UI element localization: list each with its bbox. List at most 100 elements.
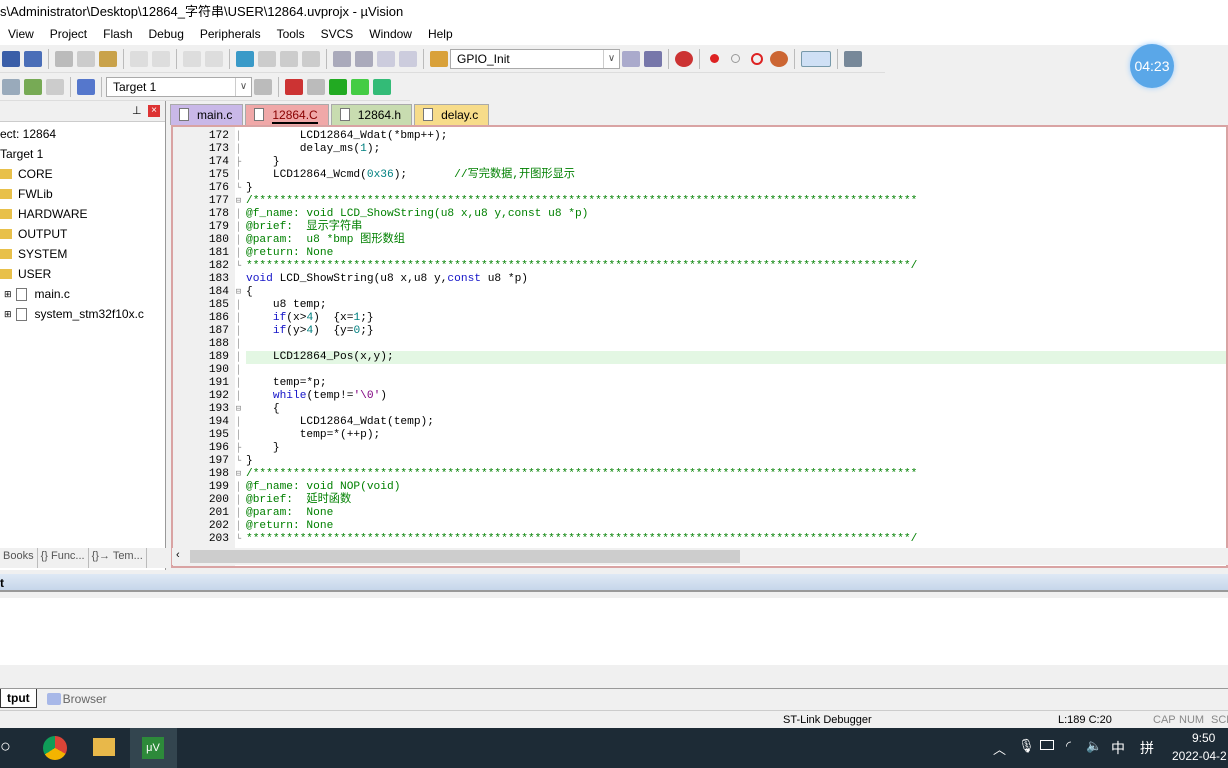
tab-templates[interactable]: {}→ Tem...	[89, 548, 147, 568]
cut-icon[interactable]	[55, 50, 73, 67]
kill-breakpoints-icon[interactable]	[770, 50, 788, 67]
menu-svcs[interactable]: SVCS	[313, 27, 362, 41]
project-items-icon[interactable]	[307, 78, 325, 95]
menu-debug[interactable]: Debug	[141, 27, 192, 41]
code-token: 0x36	[366, 169, 394, 181]
file-item[interactable]: ⊞ main.c	[0, 284, 165, 304]
group-fwlib[interactable]: FWLib	[0, 184, 165, 204]
search-icon[interactable]: ○	[0, 736, 11, 757]
menu-peripherals[interactable]: Peripherals	[192, 27, 269, 41]
tab-main-c[interactable]: main.c	[170, 104, 244, 125]
back-icon[interactable]	[183, 50, 201, 67]
load-icon[interactable]	[77, 78, 95, 95]
save-icon[interactable]	[2, 50, 20, 67]
clock-time[interactable]: 9:50	[1192, 731, 1215, 745]
bookmark-icon[interactable]	[236, 50, 254, 67]
rebuild-icon[interactable]	[46, 78, 64, 95]
wifi-icon[interactable]: ◜	[1066, 738, 1071, 754]
comment-icon[interactable]	[377, 50, 395, 67]
undo-icon[interactable]	[130, 50, 148, 67]
horizontal-scrollbar[interactable]: ‹	[172, 548, 1228, 565]
fold-marker[interactable]: ⊟	[234, 286, 243, 299]
tab-12864-c[interactable]: 12864.C	[245, 104, 329, 125]
tab-12864-h[interactable]: 12864.h	[330, 104, 413, 125]
next-bookmark-icon[interactable]	[280, 50, 298, 67]
taskbar-uvision[interactable]: μV	[130, 728, 177, 768]
forward-icon[interactable]	[205, 50, 223, 67]
paste-icon[interactable]	[99, 50, 117, 67]
fold-marker[interactable]: ⊟	[234, 403, 243, 416]
ime-mode[interactable]: 中	[1111, 738, 1125, 758]
clock-date[interactable]: 2022-04-2	[1172, 749, 1227, 763]
translate-icon[interactable]	[2, 78, 20, 95]
menu-view[interactable]: View	[0, 27, 42, 41]
tab-build-output[interactable]: tput	[0, 689, 37, 708]
file-explorer-icon[interactable]	[93, 738, 115, 756]
disable-breakpoint-icon[interactable]	[731, 54, 740, 63]
menu-tools[interactable]: Tools	[269, 27, 313, 41]
menu-project[interactable]: Project	[42, 27, 95, 41]
close-icon[interactable]: ×	[148, 105, 160, 117]
group-user[interactable]: USER	[0, 264, 165, 284]
clear-bookmarks-icon[interactable]	[302, 50, 320, 67]
select-pack-icon[interactable]	[329, 78, 347, 95]
uncomment-icon[interactable]	[399, 50, 417, 67]
chevron-down-icon[interactable]: ∨	[603, 49, 619, 68]
tab-books[interactable]: Books	[0, 548, 38, 568]
microphone-icon[interactable]: 🎙	[1018, 738, 1035, 754]
redo-icon[interactable]	[152, 50, 170, 67]
file-item[interactable]: ⊞ system_stm32f10x.c	[0, 304, 165, 324]
debug-session-icon[interactable]	[675, 50, 693, 67]
prev-bookmark-icon[interactable]	[258, 50, 276, 67]
target-combo[interactable]: Target 1 ∨	[106, 76, 252, 97]
pin-icon[interactable]: ⊥	[132, 104, 142, 117]
project-root[interactable]: ect: 12864	[0, 124, 165, 144]
scrollbar-thumb[interactable]	[190, 550, 740, 563]
battery-icon[interactable]	[1040, 740, 1054, 750]
menu-help[interactable]: Help	[420, 27, 461, 41]
copy-icon[interactable]	[77, 50, 95, 67]
fold-marker[interactable]: ⊟	[234, 195, 243, 208]
chevron-down-icon[interactable]: ∨	[235, 77, 251, 96]
chrome-icon[interactable]	[43, 736, 67, 760]
show-hidden-icons[interactable]: ︿	[993, 739, 1006, 758]
group-system[interactable]: SYSTEM	[0, 244, 165, 264]
build-icon[interactable]	[24, 78, 42, 95]
line-number: 198	[208, 468, 229, 480]
target-options-icon[interactable]	[254, 78, 272, 95]
save-all-icon[interactable]	[24, 50, 42, 67]
pack-installer-icon[interactable]	[351, 78, 369, 95]
menu-flash[interactable]: Flash	[95, 27, 140, 41]
tab-delay-c[interactable]: delay.c	[414, 104, 490, 125]
volume-icon[interactable]: 🔈	[1086, 738, 1102, 754]
scroll-left-icon[interactable]: ‹	[176, 549, 180, 561]
ime-pinyin[interactable]: 拼	[1140, 738, 1154, 758]
manage-components-icon[interactable]	[285, 78, 303, 95]
fold-marker[interactable]: ⊟	[234, 468, 243, 481]
incremental-find-icon[interactable]	[644, 50, 662, 67]
find-in-files-icon[interactable]	[430, 50, 448, 67]
tab-functions[interactable]: {} Func...	[38, 548, 89, 568]
clear-breakpoints-icon[interactable]	[751, 52, 763, 65]
group-core[interactable]: CORE	[0, 164, 165, 184]
breakpoint-icon[interactable]	[710, 54, 719, 63]
unindent-icon[interactable]	[355, 50, 373, 67]
code-token: @param: u8 *bmp 图形数组	[246, 234, 405, 246]
menu-window[interactable]: Window	[361, 27, 420, 41]
group-hardware[interactable]: HARDWARE	[0, 204, 165, 224]
function-combo[interactable]: GPIO_Init ∨	[450, 48, 620, 69]
code-line: 188 │	[173, 338, 1226, 351]
expand-icon[interactable]: ⊞	[4, 284, 12, 304]
window-layout-icon[interactable]	[801, 50, 831, 67]
wrench-icon[interactable]	[844, 50, 862, 67]
folder-icon	[0, 169, 12, 179]
tab-browser[interactable]: Browser	[63, 692, 107, 706]
target-node[interactable]: Target 1	[0, 144, 165, 164]
group-output[interactable]: OUTPUT	[0, 224, 165, 244]
indent-icon[interactable]	[333, 50, 351, 67]
build-output-area[interactable]	[0, 598, 1228, 665]
code-editor[interactable]: 172 │ LCD12864_Wdat(*bmp++); 173 │ delay_ms…	[171, 125, 1228, 568]
run-time-env-icon[interactable]	[373, 78, 391, 95]
find-icon[interactable]	[622, 50, 640, 67]
expand-icon[interactable]: ⊞	[4, 304, 12, 324]
